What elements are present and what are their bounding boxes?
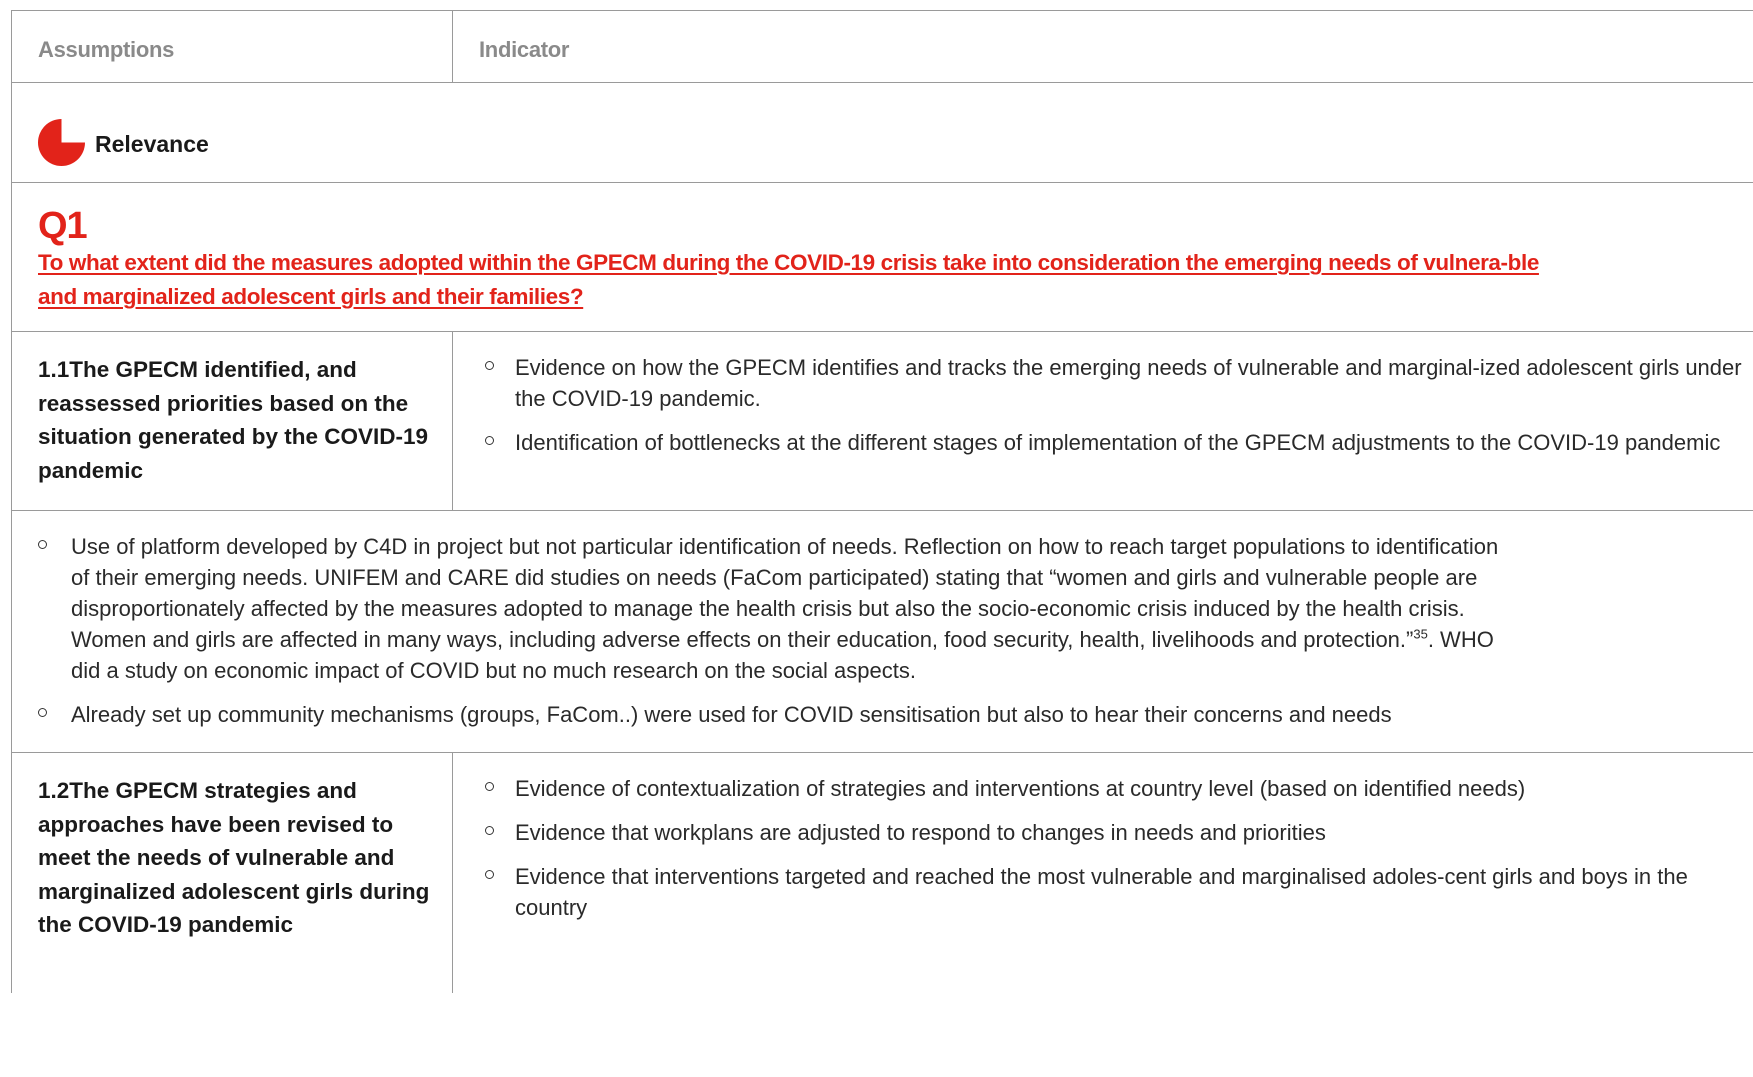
- evaluation-matrix-table: Assumptions Indicator Relevance Q1 To wh…: [11, 10, 1753, 993]
- indicator-item: Evidence that workplans are adjusted to …: [485, 817, 1752, 848]
- assumptions-column-header: Assumptions: [12, 11, 453, 83]
- table-header-row: Assumptions Indicator: [12, 11, 1753, 83]
- indicator-item: Identification of bottlenecks at the dif…: [485, 427, 1752, 458]
- assumption-title: 1.1The GPECM identified, and reassessed …: [38, 353, 432, 487]
- bullet-icon: [485, 782, 494, 791]
- findings-row-1: Use of platform developed by C4D in proj…: [12, 511, 1753, 753]
- question-text: To what extent did the measures adopted …: [38, 250, 1539, 309]
- assumption-text: The GPECM identified, and reassessed pri…: [38, 357, 429, 483]
- indicator-cell: Evidence on how the GPECM identifies and…: [453, 332, 1753, 510]
- indicator-item: Evidence that interventions targeted and…: [485, 861, 1752, 923]
- assumption-text: The GPECM strategies and approaches have…: [38, 778, 430, 937]
- assumption-number: 1.1: [38, 357, 70, 382]
- bullet-icon: [38, 540, 47, 549]
- assumption-row-2: 1.2The GPECM strategies and approaches h…: [12, 753, 1753, 993]
- section-label: Relevance: [95, 131, 209, 157]
- assumption-cell: 1.1The GPECM identified, and reassessed …: [12, 332, 453, 510]
- bullet-icon: [485, 361, 494, 370]
- indicator-item: Evidence of contextualization of strateg…: [485, 773, 1752, 804]
- findings-list: Use of platform developed by C4D in proj…: [38, 531, 1518, 743]
- bullet-icon: [485, 436, 494, 445]
- finding-item: Use of platform developed by C4D in proj…: [38, 531, 1518, 686]
- assumption-row-1: 1.1The GPECM identified, and reassessed …: [12, 332, 1753, 511]
- section-row: Relevance: [12, 83, 1753, 183]
- indicator-cell: Evidence of contextualization of strateg…: [453, 753, 1753, 993]
- finding-item: Already set up community mechanisms (gro…: [38, 699, 1518, 730]
- assumption-cell: 1.2The GPECM strategies and approaches h…: [12, 753, 453, 993]
- bullet-icon: [38, 708, 47, 717]
- question-number: Q1: [38, 205, 88, 247]
- indicator-list: Evidence of contextualization of strateg…: [485, 773, 1752, 923]
- indicator-list: Evidence on how the GPECM identifies and…: [485, 352, 1752, 458]
- assumption-title: 1.2The GPECM strategies and approaches h…: [38, 774, 432, 942]
- footnote-ref: 35: [1413, 626, 1428, 642]
- bullet-icon: [485, 870, 494, 879]
- question-row: Q1 To what extent did the measures adopt…: [12, 183, 1753, 332]
- assumption-number: 1.2: [38, 778, 70, 803]
- bullet-icon: [485, 826, 494, 835]
- indicator-column-header: Indicator: [479, 37, 570, 62]
- quarter-pie-icon: [38, 119, 85, 166]
- indicator-item: Evidence on how the GPECM identifies and…: [485, 352, 1752, 414]
